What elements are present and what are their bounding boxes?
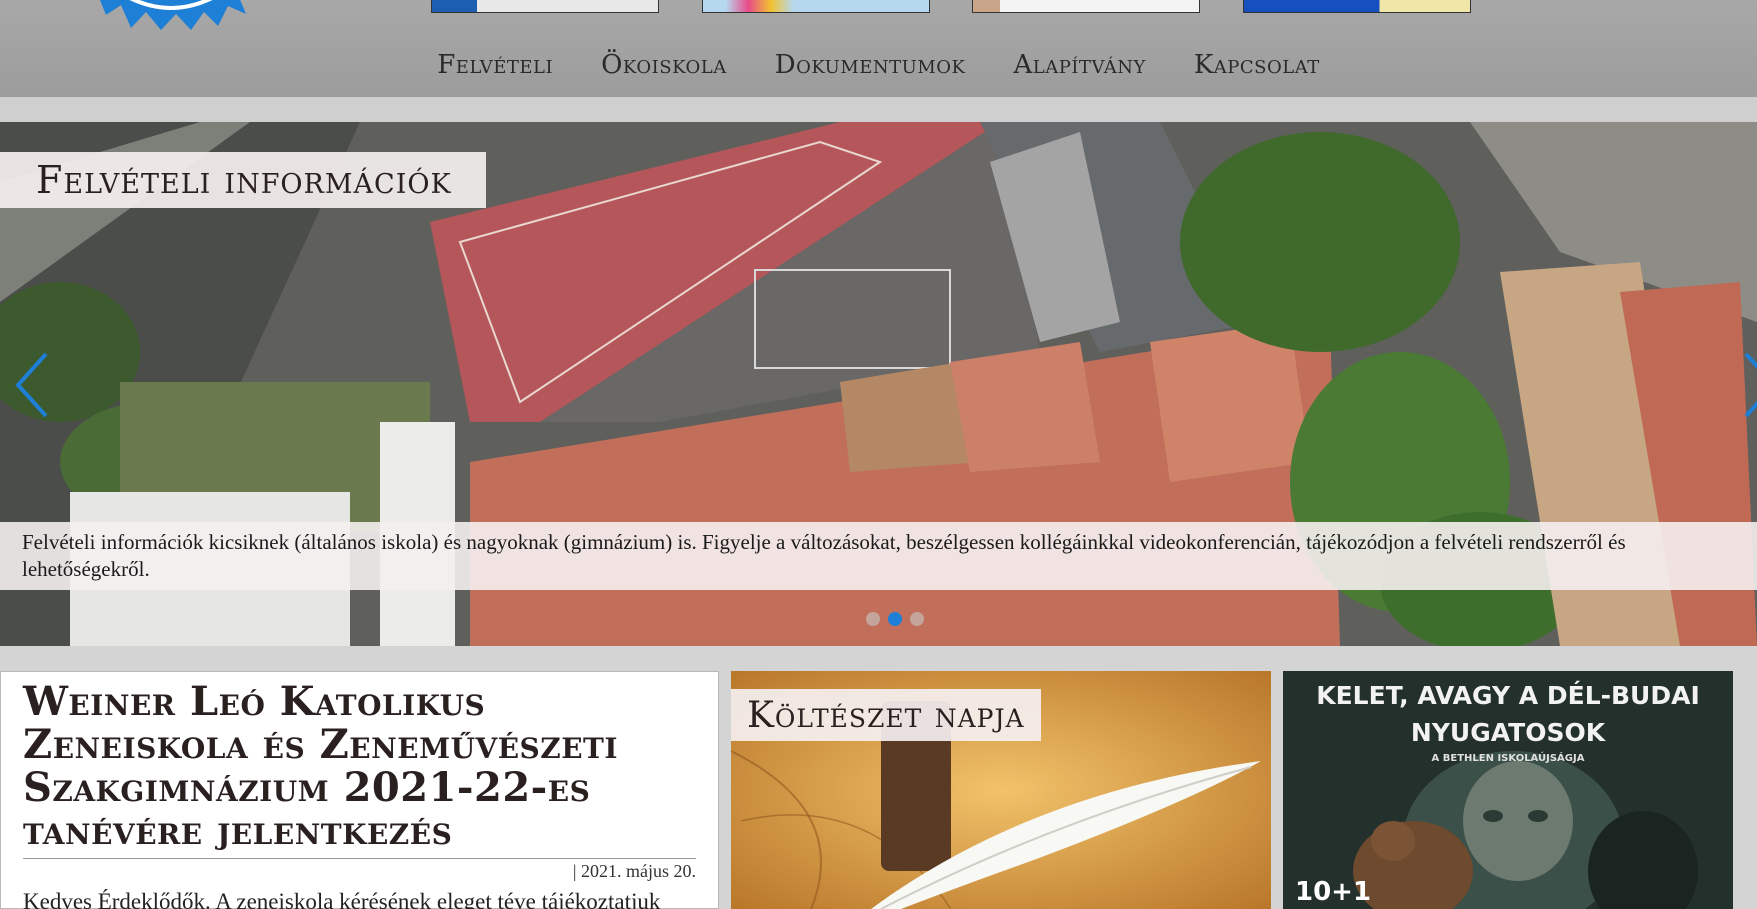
- site-header: Felvételi Ökoiskola Dokumentumok Alapítv…: [0, 0, 1757, 97]
- news-title[interactable]: Weiner Leó Katolikus Zeneiskola és Zenem…: [23, 680, 696, 852]
- nav-item-alapitvany[interactable]: Alapítvány: [989, 50, 1169, 80]
- hero-slider[interactable]: Felvételi információk Felvételi informác…: [0, 122, 1757, 646]
- partner-banner-4[interactable]: [1243, 0, 1471, 13]
- newspaper-title: KELET, AVAGY A DÉL-BUDAI NYUGATOSOK: [1316, 681, 1700, 747]
- slide-title[interactable]: Felvételi információk: [0, 152, 486, 208]
- poetry-title[interactable]: Költészet napja: [731, 689, 1041, 741]
- nav-item-felveteli[interactable]: Felvételi: [413, 50, 577, 80]
- nav-item-kapcsolat[interactable]: Kapcsolat: [1170, 50, 1344, 80]
- chevron-left-icon[interactable]: [12, 350, 52, 420]
- nav-item-okoiskola[interactable]: Ökoiskola: [577, 50, 751, 80]
- newspaper-subtitle: A BETHLEN ISKOLAÚJSÁGJA: [1431, 753, 1585, 764]
- poetry-card[interactable]: Költészet napja: [731, 671, 1271, 909]
- school-logo[interactable]: [86, 0, 256, 30]
- slide-caption: Felvételi információk kicsiknek (általán…: [0, 522, 1757, 590]
- nav-divider-strip: [0, 97, 1757, 122]
- slider-dots: [866, 612, 924, 626]
- slider-dot[interactable]: [866, 612, 880, 626]
- main-nav: Felvételi Ökoiskola Dokumentumok Alapítv…: [0, 50, 1757, 80]
- slider-dot-active[interactable]: [888, 612, 902, 626]
- partner-banner-1[interactable]: [431, 0, 659, 13]
- slider-dot[interactable]: [910, 612, 924, 626]
- news-date: | 2021. május 20.: [23, 858, 696, 882]
- nav-item-dokumentumok[interactable]: Dokumentumok: [751, 50, 990, 80]
- newspaper-card[interactable]: KELET, AVAGY A DÉL-BUDAI NYUGATOSOK A BE…: [1283, 671, 1733, 909]
- chevron-right-icon[interactable]: [1740, 350, 1757, 420]
- partner-banner-2[interactable]: [702, 0, 930, 13]
- news-excerpt: Kedves Érdeklődők. A zeneiskola kéréséne…: [23, 889, 661, 909]
- newspaper-corner-label: 10+1: [1295, 877, 1372, 907]
- partner-banner-3[interactable]: [972, 0, 1200, 13]
- news-card[interactable]: Weiner Leó Katolikus Zeneiskola és Zenem…: [0, 671, 719, 909]
